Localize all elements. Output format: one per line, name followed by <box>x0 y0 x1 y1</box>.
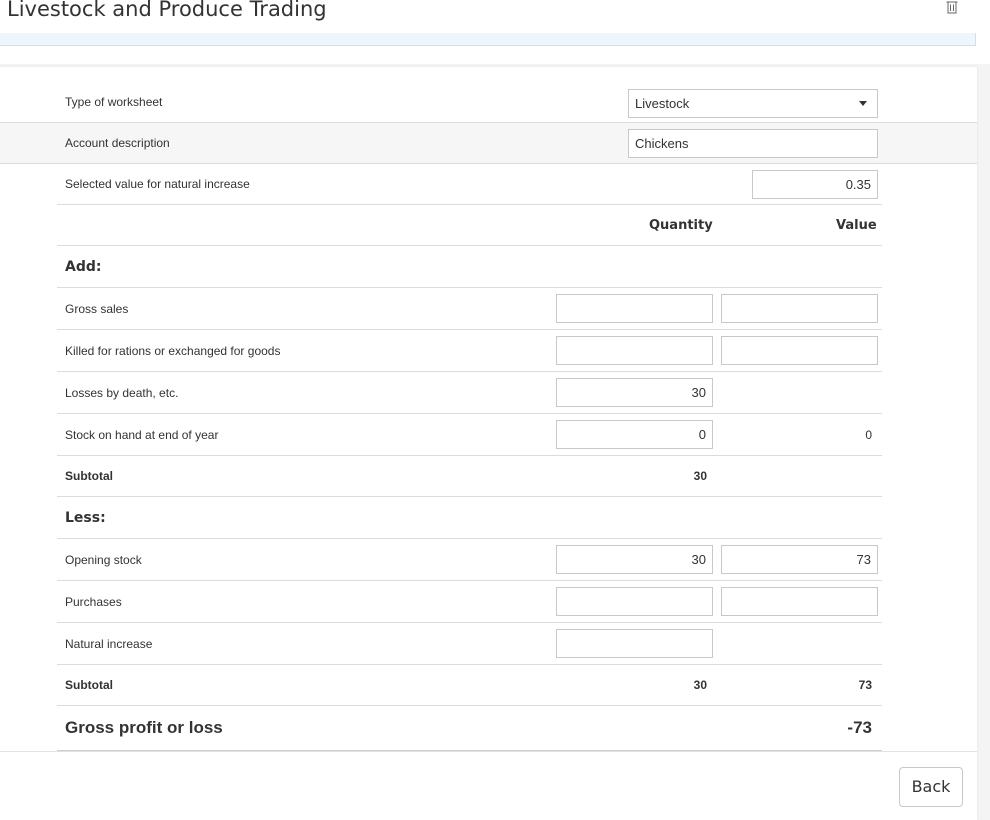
table-row: Losses by death, etc. 30 <box>57 372 882 414</box>
gross-profit-row: Gross profit or loss -73 <box>57 706 882 751</box>
table-row: Purchases <box>57 581 882 623</box>
add-subtotal-row: Subtotal 30 <box>57 456 882 497</box>
natural-increase-value-field[interactable]: 0.35 <box>752 170 878 199</box>
back-button[interactable]: Back <box>899 767 963 807</box>
less-subtotal-label: Subtotal <box>65 678 113 692</box>
add-section-header: Add: <box>57 246 882 288</box>
less-heading: Less: <box>65 510 106 526</box>
gross-sales-label: Gross sales <box>65 302 129 316</box>
add-subtotal-quantity: 30 <box>693 469 707 483</box>
account-description-field[interactable]: Chickens <box>628 129 878 158</box>
info-bar <box>0 33 976 46</box>
worksheet-type-select[interactable]: Livestock <box>628 89 878 118</box>
quantity-column-header: Quantity <box>649 218 713 233</box>
natural-increase-value-label: Selected value for natural increase <box>65 177 250 191</box>
less-subtotal-quantity: 30 <box>693 678 707 692</box>
opening-stock-quantity-field[interactable]: 30 <box>556 545 713 574</box>
less-subtotal-value: 73 <box>858 678 872 692</box>
natural-increase-label: Natural increase <box>65 637 153 651</box>
worksheet-type-value: Livestock <box>635 96 690 111</box>
chevron-down-icon <box>859 101 867 106</box>
worksheet-type-row: Type of worksheet Livestock <box>57 82 882 123</box>
trash-icon[interactable] <box>945 0 959 14</box>
table-row: Stock on hand at end of year 0 0 <box>57 414 882 456</box>
add-subtotal-label: Subtotal <box>65 469 113 483</box>
less-subtotal-row: Subtotal 30 73 <box>57 665 882 706</box>
stock-on-hand-value: 0 <box>865 428 872 442</box>
value-column-header: Value <box>836 218 877 233</box>
table-row: Gross sales <box>57 288 882 330</box>
worksheet-card: Type of worksheet Livestock Account desc… <box>0 67 977 820</box>
stock-on-hand-quantity-field[interactable]: 0 <box>556 420 713 449</box>
killed-for-rations-quantity-field[interactable] <box>556 336 713 365</box>
column-header-row: Quantity Value <box>57 205 882 246</box>
worksheet-type-label: Type of worksheet <box>65 95 163 109</box>
gross-profit-value: -73 <box>847 718 872 737</box>
natural-increase-quantity-field[interactable] <box>556 629 713 658</box>
page-title: Livestock and Produce Trading <box>7 0 327 21</box>
less-section-header: Less: <box>57 497 882 539</box>
stock-on-hand-label: Stock on hand at end of year <box>65 428 219 442</box>
table-row: Opening stock 30 73 <box>57 539 882 581</box>
table-row: Natural increase <box>57 623 882 665</box>
losses-by-death-label: Losses by death, etc. <box>65 386 179 400</box>
gross-sales-quantity-field[interactable] <box>556 294 713 323</box>
account-description-row: Account description Chickens <box>0 122 977 164</box>
add-heading: Add: <box>65 259 102 275</box>
natural-increase-value-row: Selected value for natural increase 0.35 <box>57 163 882 205</box>
purchases-quantity-field[interactable] <box>556 587 713 616</box>
table-row: Killed for rations or exchanged for good… <box>57 330 882 372</box>
opening-stock-label: Opening stock <box>65 553 142 567</box>
purchases-value-field[interactable] <box>721 587 878 616</box>
opening-stock-value-field[interactable]: 73 <box>721 545 878 574</box>
gross-sales-value-field[interactable] <box>721 294 878 323</box>
account-description-label: Account description <box>65 136 170 150</box>
purchases-label: Purchases <box>65 595 122 609</box>
losses-by-death-quantity-field[interactable]: 30 <box>556 378 713 407</box>
gross-profit-label: Gross profit or loss <box>65 718 223 737</box>
killed-for-rations-label: Killed for rations or exchanged for good… <box>65 344 281 358</box>
killed-for-rations-value-field[interactable] <box>721 336 878 365</box>
footer-divider <box>0 751 977 752</box>
